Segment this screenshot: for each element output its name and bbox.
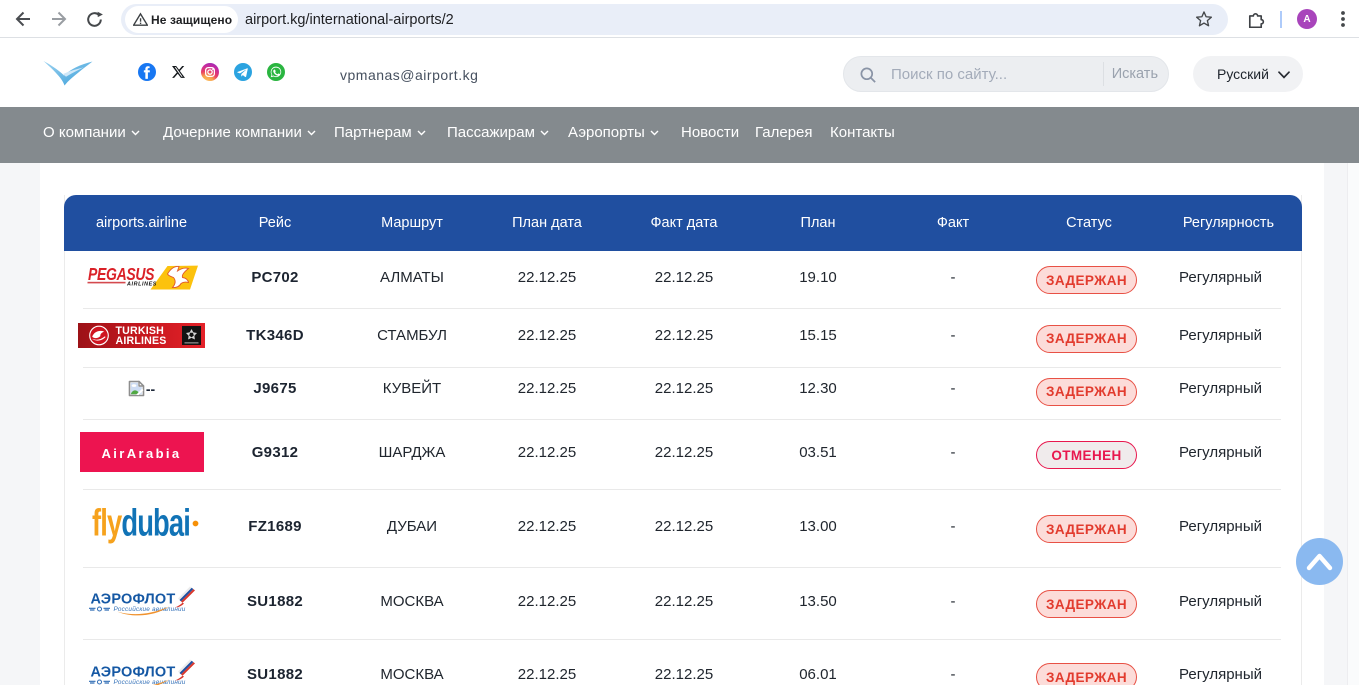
svg-text:AIRLINES: AIRLINES [126, 282, 157, 288]
svg-text:Российские авиалинии: Российские авиалинии [113, 678, 185, 685]
svg-text:Российские авиалинии: Российские авиалинии [113, 605, 185, 613]
svg-text:AIRLINES: AIRLINES [116, 335, 167, 347]
svg-text:flydubai: flydubai [92, 508, 190, 545]
